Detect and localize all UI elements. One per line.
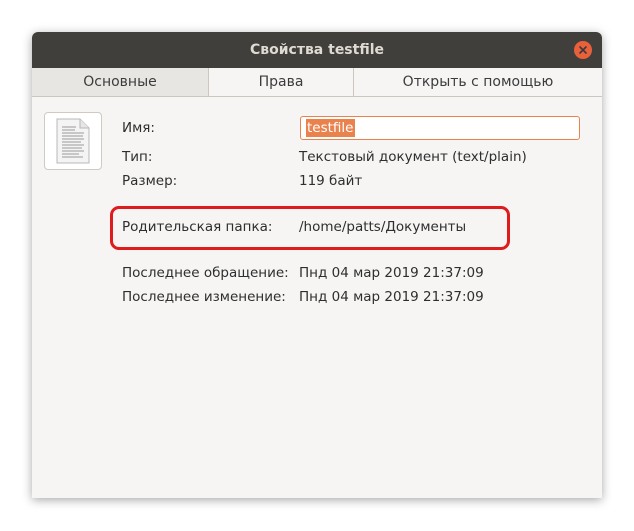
name-field[interactable]: testfile — [300, 116, 580, 140]
tab-basic[interactable]: Основные — [32, 68, 208, 96]
window-title: Свойства testfile — [249, 42, 385, 58]
size-value: 119 байт — [299, 173, 363, 189]
size-label: Размер: — [122, 173, 178, 189]
close-icon — [579, 46, 587, 54]
last-accessed-label: Последнее обращение: — [122, 265, 289, 281]
properties-dialog: Свойства testfile Основные Права Открыть… — [32, 32, 602, 498]
last-accessed-value: Пнд 04 мар 2019 21:37:09 — [299, 265, 484, 281]
type-label: Тип: — [122, 149, 153, 165]
close-button[interactable] — [574, 41, 592, 59]
title-bar[interactable]: Свойства testfile — [32, 32, 602, 68]
name-field-value[interactable]: testfile — [306, 119, 355, 137]
type-value: Текстовый документ (text/plain) — [299, 149, 527, 165]
name-label: Имя: — [122, 120, 155, 136]
tab-permissions[interactable]: Права — [208, 68, 353, 96]
text-document-icon — [44, 112, 102, 170]
tab-open-with[interactable]: Открыть с помощью — [353, 68, 602, 96]
last-modified-value: Пнд 04 мар 2019 21:37:09 — [299, 289, 484, 305]
parent-folder-label: Родительская папка: — [122, 219, 273, 235]
tab-bar: Основные Права Открыть с помощью — [32, 68, 602, 97]
parent-folder-value: /home/patts/Документы — [299, 219, 467, 235]
last-modified-label: Последнее изменение: — [122, 289, 286, 305]
